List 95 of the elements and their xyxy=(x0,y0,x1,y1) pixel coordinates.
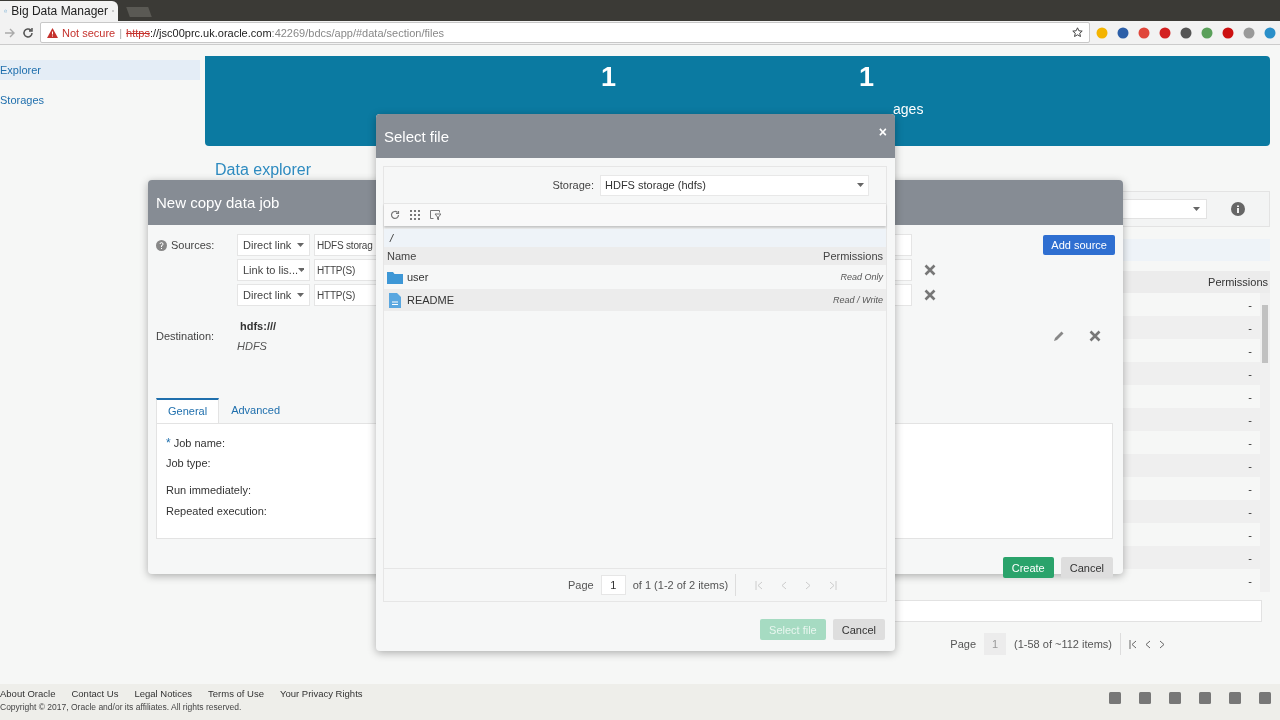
new-tab-button[interactable] xyxy=(126,7,152,17)
footer-link[interactable]: Contact Us xyxy=(71,688,119,699)
copyright-text: Copyright © 2017, Oracle and/or its affiliates. All rights reserved. xyxy=(0,702,243,712)
browser-tab[interactable]: Big Data Manager xyxy=(0,1,118,21)
extension-icon[interactable] xyxy=(1264,26,1276,39)
table-cell: - xyxy=(1248,390,1252,403)
table-cell: - xyxy=(1248,298,1252,311)
social-icon[interactable] xyxy=(1169,692,1181,704)
remove-icon[interactable] xyxy=(1089,330,1101,342)
tab[interactable]: Advanced xyxy=(219,398,293,422)
table-cell: - xyxy=(1248,574,1252,587)
extension-icon[interactable] xyxy=(1201,26,1213,39)
stat-label: ages xyxy=(893,101,924,117)
refresh-icon[interactable] xyxy=(390,210,400,220)
source-type-dropdown[interactable]: Direct link xyxy=(237,284,310,306)
stat-value: 1 xyxy=(859,62,876,93)
view-dropdown[interactable] xyxy=(1122,199,1207,219)
caret-icon xyxy=(1193,207,1200,211)
first-page-icon[interactable] xyxy=(1129,639,1137,649)
add-source-button[interactable]: Add source xyxy=(1043,235,1115,255)
social-icon[interactable] xyxy=(1139,692,1151,704)
stat-value: 1 xyxy=(601,62,617,93)
sidebar-item[interactable]: Explorer xyxy=(0,60,200,80)
table-cell: - xyxy=(1248,321,1252,334)
table-cell: - xyxy=(1248,367,1252,380)
help-icon[interactable] xyxy=(156,239,167,251)
extension-icon[interactable] xyxy=(1117,26,1129,39)
grid-icon[interactable] xyxy=(410,210,420,220)
footer-link[interactable]: Terms of Use xyxy=(208,688,264,699)
field-label: Run immediately: xyxy=(166,483,251,496)
next-page-icon[interactable] xyxy=(1159,639,1165,649)
field-label: Job type: xyxy=(166,457,211,470)
items-summary: of 1 (1-2 of 2 items) xyxy=(632,579,729,591)
table-cell: - xyxy=(1248,459,1252,472)
info-icon[interactable] xyxy=(1231,202,1245,216)
destination-type: HDFS xyxy=(237,340,268,352)
page-label: Page xyxy=(950,638,977,650)
items-summary: (1-58 of ~112 items) xyxy=(1014,638,1112,650)
file-icon xyxy=(387,292,403,308)
table-cell: - xyxy=(1248,528,1252,541)
table-cell: - xyxy=(1248,413,1252,426)
field-label: Repeated execution: xyxy=(166,504,267,517)
footer-link[interactable]: Legal Notices xyxy=(134,688,192,699)
social-icon[interactable] xyxy=(1259,692,1271,704)
sidebar-item[interactable]: Storages xyxy=(0,90,200,110)
extension-icon[interactable] xyxy=(1159,26,1171,39)
table-cell: - xyxy=(1248,436,1252,449)
table-cell: - xyxy=(1248,482,1252,495)
page-heading: Data explorer xyxy=(215,161,313,179)
file-row[interactable]: user Read Only xyxy=(384,266,886,288)
extension-icon[interactable] xyxy=(1138,26,1150,39)
storage-dropdown[interactable]: HDFS storage (hdfs) xyxy=(600,174,869,196)
path-text: / xyxy=(390,232,394,244)
table-cell: - xyxy=(1248,505,1252,518)
table-cell: - xyxy=(1248,344,1252,357)
remove-icon[interactable] xyxy=(924,264,936,276)
tab[interactable]: General xyxy=(156,398,220,423)
caret-icon xyxy=(857,183,864,187)
extension-icon[interactable] xyxy=(1180,26,1192,39)
social-icon[interactable] xyxy=(1199,692,1211,704)
destination-path: hdfs:/// xyxy=(239,320,277,332)
caret-icon xyxy=(297,243,304,247)
field-label: Sources: xyxy=(171,239,215,251)
file-row[interactable]: README Read / Write xyxy=(384,289,886,311)
warning-icon xyxy=(47,27,58,38)
source-type-dropdown[interactable]: Link to lis... xyxy=(237,259,310,281)
address-field[interactable]: Not secure | https://jsc00prc.uk.oracle.com:42269/bdcs/app/#data/section/files xyxy=(40,22,1090,43)
previous-page-icon[interactable] xyxy=(1145,639,1151,649)
reload-icon[interactable] xyxy=(22,26,34,39)
column-header[interactable]: Name xyxy=(387,250,417,262)
dialog-title: Select file xyxy=(384,127,450,145)
scrollbar[interactable] xyxy=(1260,293,1270,592)
field-label: * Job name: xyxy=(166,437,226,449)
field-label: Storage: xyxy=(552,179,594,191)
social-icon[interactable] xyxy=(1109,692,1121,704)
table-cell: - xyxy=(1248,551,1252,564)
page-field[interactable]: 1 xyxy=(600,575,626,595)
column-header: Permissions xyxy=(1208,276,1269,288)
dialog-title: New copy data job xyxy=(156,194,280,211)
star-icon[interactable] xyxy=(1072,27,1083,38)
cancel-button[interactable]: Cancel xyxy=(832,619,885,640)
source-type-dropdown[interactable]: Direct link xyxy=(237,234,310,256)
footer-link[interactable]: About Oracle xyxy=(0,688,56,699)
edit-icon[interactable] xyxy=(1053,330,1065,342)
remove-icon[interactable] xyxy=(924,289,936,301)
page-label: Page xyxy=(568,579,594,591)
separator: | xyxy=(119,26,123,39)
footer-link[interactable]: Your Privacy Rights xyxy=(280,688,363,699)
forward-icon[interactable] xyxy=(4,27,16,38)
social-icon[interactable] xyxy=(1229,692,1241,704)
field-label: Destination: xyxy=(156,330,215,342)
cancel-button[interactable]: Cancel xyxy=(1060,557,1113,578)
extension-icon[interactable] xyxy=(1222,26,1234,39)
column-header[interactable]: Permissions xyxy=(823,250,883,262)
filter-icon[interactable] xyxy=(430,210,441,220)
